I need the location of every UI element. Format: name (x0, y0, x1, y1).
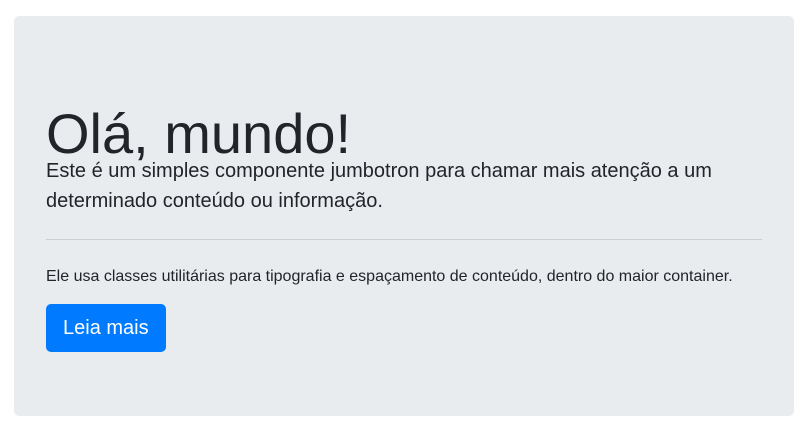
body-text: Ele usa classes utilitárias para tipogra… (46, 268, 733, 285)
read-more-button[interactable]: Leia mais (46, 304, 166, 352)
lead-text: Este é um simples componente jumbotron p… (46, 160, 712, 212)
divider (46, 239, 762, 240)
jumbotron: Olá, mundo! Este é um simples componente… (14, 16, 794, 416)
